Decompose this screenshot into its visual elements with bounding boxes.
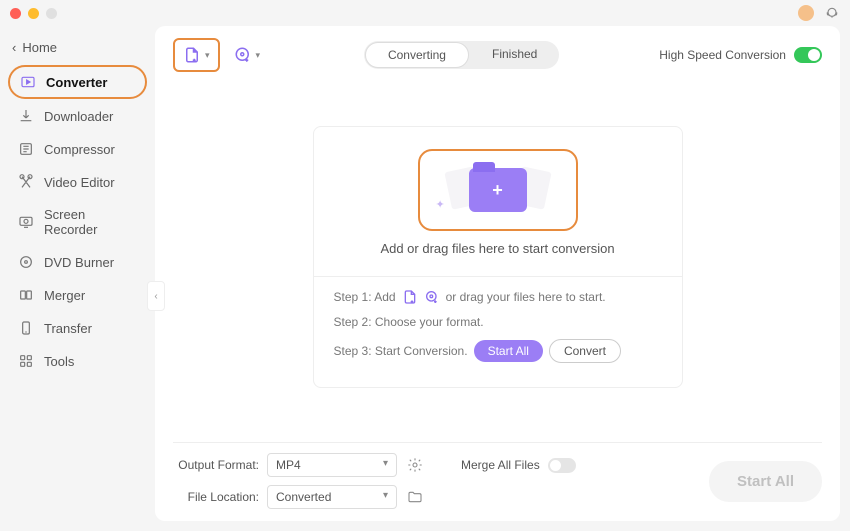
sidebar-item-label: Screen Recorder [44, 207, 137, 237]
tab-finished[interactable]: Finished [470, 41, 559, 69]
sidebar-item-label: Transfer [44, 321, 92, 336]
video-editor-icon [18, 174, 34, 190]
step-2-row: Step 2: Choose your format. [334, 315, 662, 329]
sidebar-item-downloader[interactable]: Downloader [8, 100, 147, 132]
user-avatar[interactable] [798, 5, 814, 21]
sparkle-icon: ✦ [436, 198, 445, 211]
home-link[interactable]: ‹ Home [8, 34, 147, 65]
tools-icon [18, 353, 34, 369]
sidebar-item-label: Tools [44, 354, 74, 369]
collapse-sidebar-button[interactable]: ‹ [147, 281, 165, 311]
downloader-icon [18, 108, 34, 124]
dropzone-label: Add or drag files here to start conversi… [334, 241, 662, 256]
chevron-left-icon: ‹ [12, 40, 16, 55]
main-panel: ▾ ▾ Converting Finished High Speed Conve… [155, 26, 840, 521]
status-tabs: Converting Finished [364, 41, 559, 69]
step-1-row: Step 1: Add or drag your files here to s… [334, 289, 662, 305]
convert-example-button[interactable]: Convert [549, 339, 621, 363]
sidebar-item-label: DVD Burner [44, 255, 114, 270]
merge-all-label: Merge All Files [461, 458, 540, 472]
merger-icon [18, 287, 34, 303]
sidebar-item-compressor[interactable]: Compressor [8, 133, 147, 165]
sidebar-item-label: Downloader [44, 109, 113, 124]
add-dvd-button[interactable]: ▾ [230, 40, 265, 70]
screen-recorder-icon [18, 214, 34, 230]
sidebar-item-screen-recorder[interactable]: Screen Recorder [8, 199, 147, 245]
sidebar-item-label: Video Editor [44, 175, 115, 190]
merge-all-toggle[interactable] [548, 458, 576, 473]
file-location-select[interactable]: Converted [267, 485, 397, 509]
sidebar: ‹ Home Converter Downloader Compressor V… [0, 26, 155, 531]
support-icon[interactable] [824, 5, 840, 21]
sidebar-item-video-editor[interactable]: Video Editor [8, 166, 147, 198]
window-controls[interactable] [10, 8, 57, 19]
sidebar-item-label: Merger [44, 288, 85, 303]
compressor-icon [18, 141, 34, 157]
add-file-icon [183, 46, 201, 64]
maximize-window-icon[interactable] [46, 8, 57, 19]
tab-converting[interactable]: Converting [365, 42, 469, 68]
sidebar-item-tools[interactable]: Tools [8, 345, 147, 377]
sidebar-item-dvd-burner[interactable]: DVD Burner [8, 246, 147, 278]
dvd-burner-icon [18, 254, 34, 270]
minimize-window-icon[interactable] [28, 8, 39, 19]
sidebar-item-merger[interactable]: Merger [8, 279, 147, 311]
dropzone-illustration: ✦ + [418, 149, 578, 231]
start-all-example-button[interactable]: Start All [474, 340, 543, 362]
chevron-down-icon: ▾ [205, 50, 210, 61]
dropzone[interactable]: ✦ + Add or drag files here to start conv… [313, 126, 683, 388]
add-dvd-icon [234, 46, 252, 64]
high-speed-toggle[interactable] [794, 47, 822, 63]
sidebar-item-label: Converter [46, 75, 107, 90]
transfer-icon [18, 320, 34, 336]
high-speed-label: High Speed Conversion [659, 48, 786, 62]
converter-icon [20, 74, 36, 90]
sidebar-item-converter[interactable]: Converter [8, 65, 147, 99]
output-settings-icon[interactable] [405, 455, 425, 475]
open-folder-icon[interactable] [405, 487, 425, 507]
sidebar-item-transfer[interactable]: Transfer [8, 312, 147, 344]
output-format-label: Output Format: [173, 458, 259, 472]
chevron-down-icon: ▾ [256, 50, 261, 61]
add-file-button[interactable]: ▾ [173, 38, 220, 72]
folder-plus-icon: + [469, 168, 527, 212]
add-dvd-icon [424, 289, 440, 305]
step-3-row: Step 3: Start Conversion. Start All Conv… [334, 339, 662, 363]
home-label: Home [22, 40, 57, 55]
start-all-button[interactable]: Start All [709, 461, 822, 502]
sidebar-item-label: Compressor [44, 142, 115, 157]
file-location-label: File Location: [173, 490, 259, 504]
add-file-icon [402, 289, 418, 305]
output-format-select[interactable]: MP4 [267, 453, 397, 477]
close-window-icon[interactable] [10, 8, 21, 19]
